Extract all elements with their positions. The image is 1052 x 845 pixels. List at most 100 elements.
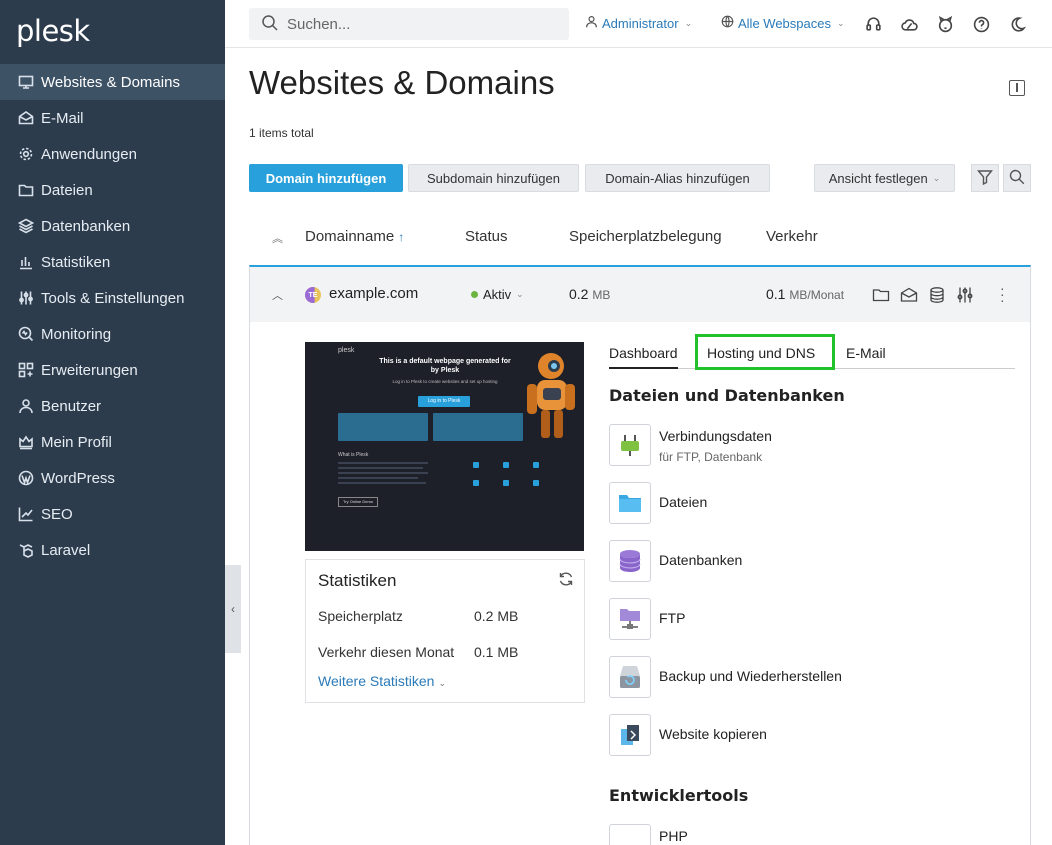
sliders-icon xyxy=(17,289,35,307)
tool-copy-website[interactable]: Website kopieren xyxy=(609,714,1009,758)
tab-dashboard[interactable]: Dashboard xyxy=(609,345,678,369)
headset-icon[interactable] xyxy=(862,13,884,35)
sidebar-item-label: Dateien xyxy=(41,181,93,199)
column-header-storage[interactable]: Speicherplatzbelegung xyxy=(569,228,722,245)
help-icon[interactable] xyxy=(970,13,992,35)
sidebar-item-label: Erweiterungen xyxy=(41,361,138,379)
preview-info-card xyxy=(433,413,523,441)
user-menu-label: Administrator xyxy=(602,15,679,31)
traffic-unit: MB/Monat xyxy=(789,288,845,302)
sidebar: plesk Websites & Domains E-Mail Anwendun… xyxy=(0,0,225,845)
column-header-status[interactable]: Status xyxy=(465,228,508,245)
add-subdomain-button[interactable]: Subdomain hinzufügen xyxy=(408,164,579,192)
view-settings-button[interactable]: Ansicht festlegen ⌄ xyxy=(814,164,955,192)
database-icon[interactable] xyxy=(928,286,946,304)
storage-stat-value: 0.2 MB xyxy=(474,608,519,624)
topbar: Administrator ⌄ Alle Webspaces ⌄ xyxy=(225,0,1052,48)
sidebar-item-laravel[interactable]: Laravel xyxy=(0,532,225,568)
sidebar-item-benutzer[interactable]: Benutzer xyxy=(0,388,225,424)
sidebar-item-tools-einstellungen[interactable]: Tools & Einstellungen xyxy=(0,280,225,316)
page-title: Websites & Domains xyxy=(249,64,555,101)
sidebar-item-label: Benutzer xyxy=(41,397,102,415)
dark-mode-icon[interactable] xyxy=(1006,13,1028,35)
website-preview[interactable]: plesk This is a default webpage generate… xyxy=(305,342,584,551)
sidebar-item-label: Datenbanken xyxy=(41,217,131,235)
ftp-icon xyxy=(609,598,651,640)
sidebar-item-monitoring[interactable]: Monitoring xyxy=(0,316,225,352)
sidebar-collapse-handle[interactable]: ‹ xyxy=(225,565,241,653)
sidebar-item-label: Websites & Domains xyxy=(41,73,180,91)
user-icon xyxy=(585,15,598,31)
mail-icon[interactable] xyxy=(900,286,918,304)
more-options-icon[interactable]: · · · xyxy=(1000,281,1006,307)
highlight-box xyxy=(695,334,835,370)
filter-button[interactable] xyxy=(971,164,999,192)
sidebar-item-mein-profil[interactable]: Mein Profil xyxy=(0,424,225,460)
column-header-traffic[interactable]: Verkehr xyxy=(766,228,818,245)
user-menu[interactable]: Administrator ⌄ xyxy=(585,15,692,31)
sidebar-item-label: Mein Profil xyxy=(41,433,112,451)
sidebar-item-email[interactable]: E-Mail xyxy=(0,100,225,136)
sidebar-item-erweiterungen[interactable]: Erweiterungen xyxy=(0,352,225,388)
tool-databases[interactable]: Datenbanken xyxy=(609,540,1009,584)
tool-ftp[interactable]: FTP xyxy=(609,598,1009,642)
tool-label: Backup und Wiederherstellen xyxy=(659,668,842,684)
tool-label: Verbindungsdaten xyxy=(659,428,772,444)
tool-backup[interactable]: Backup und Wiederherstellen xyxy=(609,656,1009,700)
chevron-up-icon[interactable]: ︿ xyxy=(272,287,283,303)
sliders-icon[interactable] xyxy=(956,286,974,304)
community-icon[interactable] xyxy=(934,13,956,35)
robot-illustration-icon xyxy=(527,353,575,438)
search-box[interactable] xyxy=(249,8,569,40)
sidebar-nav: Websites & Domains E-Mail Anwendungen Da… xyxy=(0,64,225,568)
statistics-card: Statistiken Speicherplatz 0.2 MB Verkehr… xyxy=(305,559,585,703)
tool-connection-info[interactable]: Verbindungsdaten für FTP, Datenbank xyxy=(609,424,1009,468)
folder-icon xyxy=(17,181,35,199)
plesk-logo[interactable]: plesk xyxy=(16,14,90,48)
tool-php[interactable]: PHP xyxy=(609,824,1009,845)
panel-toggle-icon[interactable] xyxy=(1009,80,1025,96)
sidebar-item-label: Anwendungen xyxy=(41,145,137,163)
status-label: Aktiv xyxy=(483,287,512,302)
refresh-icon[interactable] xyxy=(558,571,576,589)
traffic-value: 0.1 xyxy=(766,286,786,302)
cloud-icon[interactable] xyxy=(898,13,920,35)
traffic-label: Verkehr diesen Monat xyxy=(318,644,455,660)
section-title-files-databases: Dateien und Datenbanken xyxy=(609,386,845,405)
column-header-domainname[interactable]: Domainname ↑ xyxy=(305,228,404,245)
webspaces-menu[interactable]: Alle Webspaces ⌄ xyxy=(721,15,845,31)
sidebar-item-statistiken[interactable]: Statistiken xyxy=(0,244,225,280)
tab-email[interactable]: E-Mail xyxy=(846,345,886,367)
more-statistics-link[interactable]: Weitere Statistiken ⌄ xyxy=(318,673,446,689)
sidebar-item-anwendungen[interactable]: Anwendungen xyxy=(0,136,225,172)
chevron-down-icon: ⌄ xyxy=(516,289,524,299)
preview-feature-icon xyxy=(473,462,479,468)
folder-icon[interactable] xyxy=(872,286,890,304)
preview-text-line xyxy=(338,472,428,474)
monitoring-icon xyxy=(17,325,35,343)
sidebar-item-wordpress[interactable]: WordPress xyxy=(0,460,225,496)
tool-sublabel: für FTP, Datenbank xyxy=(659,450,763,464)
add-domain-button[interactable]: Domain hinzufügen xyxy=(249,164,403,192)
sidebar-item-label: SEO xyxy=(41,505,73,523)
domain-card: ︿ TE example.com Aktiv ⌄ 0.2 MB 0.1 MB/M… xyxy=(249,265,1031,845)
sidebar-item-label: Monitoring xyxy=(41,325,112,343)
sidebar-item-datenbanken[interactable]: Datenbanken xyxy=(0,208,225,244)
plug-icon xyxy=(609,424,651,466)
tool-label: FTP xyxy=(659,610,686,626)
copy-icon xyxy=(609,714,651,756)
more-statistics-label: Weitere Statistiken xyxy=(318,673,435,689)
search-input[interactable] xyxy=(287,15,547,33)
preview-feature-icon xyxy=(503,480,509,486)
preview-feature-icon xyxy=(503,462,509,468)
sidebar-item-dateien[interactable]: Dateien xyxy=(0,172,225,208)
sidebar-item-label: Tools & Einstellungen xyxy=(41,289,185,307)
expand-all-icon[interactable]: ︽ xyxy=(272,230,283,246)
sidebar-item-websites-domains[interactable]: Websites & Domains xyxy=(0,64,225,100)
tool-files[interactable]: Dateien xyxy=(609,482,1009,526)
status-dropdown[interactable]: Aktiv ⌄ xyxy=(471,287,524,302)
domain-name-link[interactable]: example.com xyxy=(329,285,418,302)
add-domain-alias-button[interactable]: Domain-Alias hinzufügen xyxy=(585,164,770,192)
search-list-button[interactable] xyxy=(1003,164,1031,192)
sidebar-item-seo[interactable]: SEO xyxy=(0,496,225,532)
